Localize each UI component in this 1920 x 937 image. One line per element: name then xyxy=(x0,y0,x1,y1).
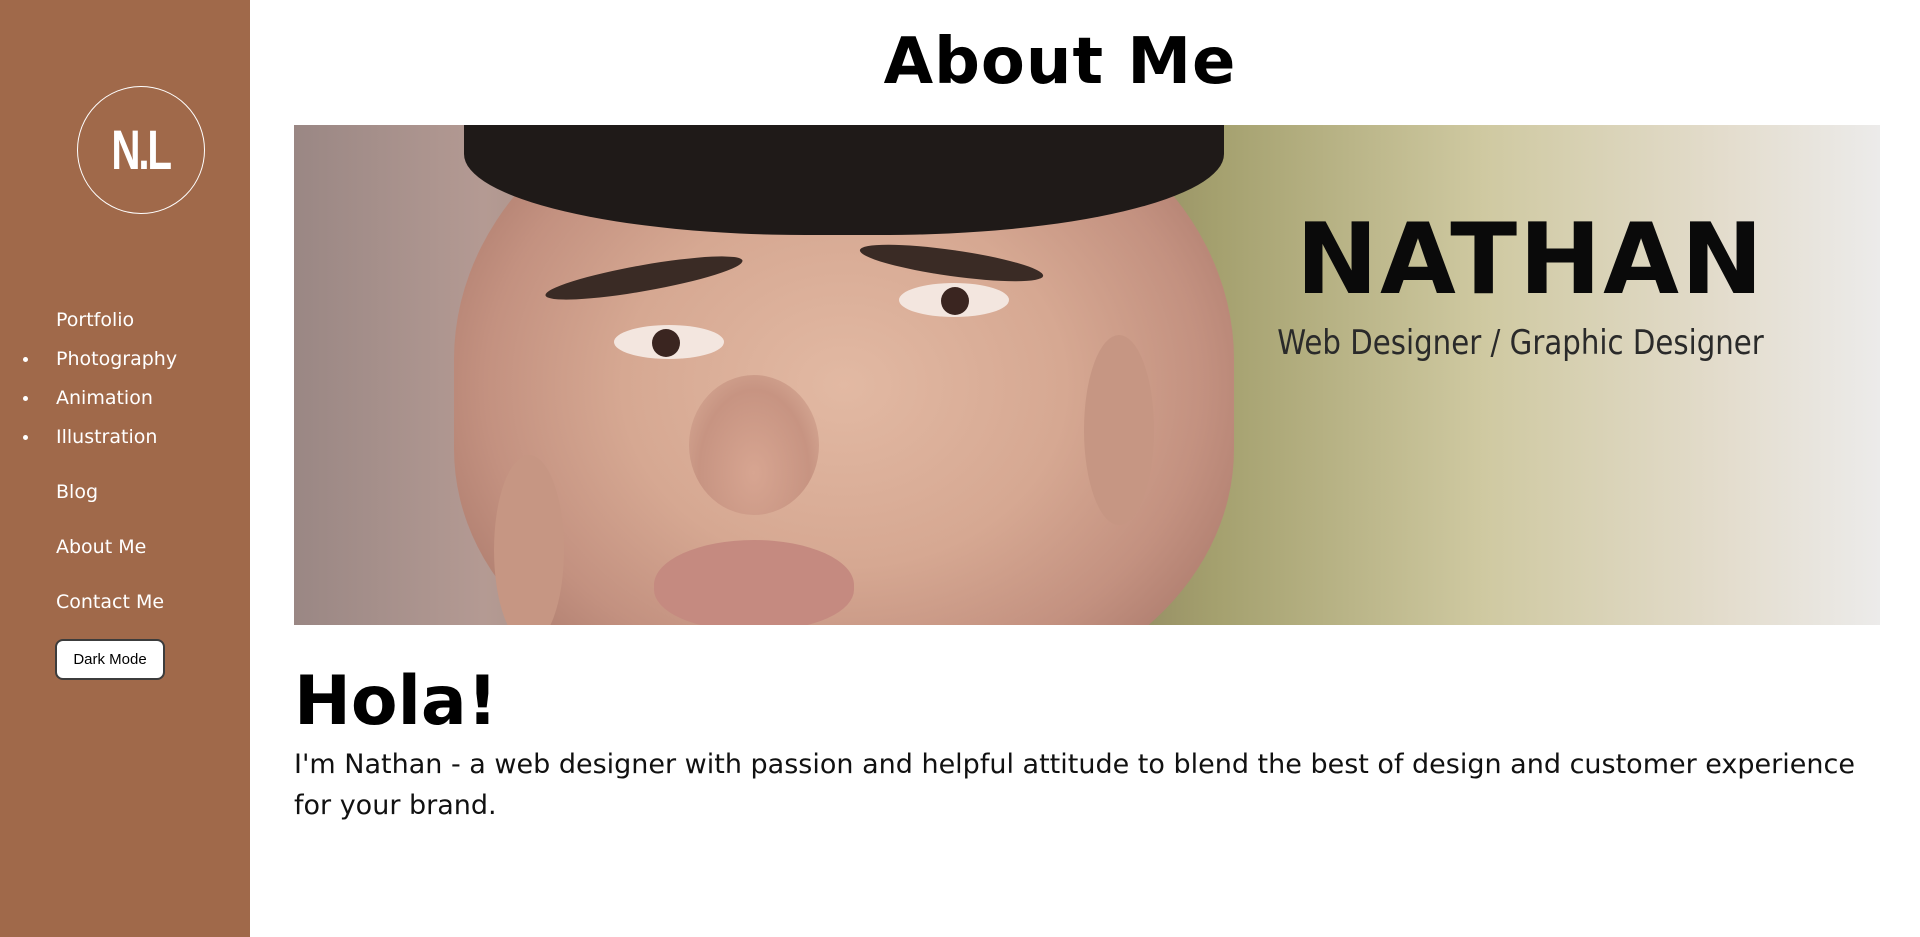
banner-name: NATHAN xyxy=(1296,203,1765,317)
intro-paragraph: I'm Nathan - a web designer with passion… xyxy=(294,749,1855,821)
logo-text: N.L xyxy=(111,118,173,181)
nav-photography-label: Photography xyxy=(56,348,178,370)
portrait-eye-right xyxy=(899,283,1009,317)
nav-portfolio[interactable]: Portfolio xyxy=(56,308,134,332)
nav-animation[interactable]: Animation xyxy=(23,386,153,410)
bullet-icon xyxy=(23,396,28,401)
nav-illustration[interactable]: Illustration xyxy=(23,425,158,449)
portrait-lips xyxy=(654,540,854,625)
nav-contact-me[interactable]: Contact Me xyxy=(56,590,164,614)
portrait-nose xyxy=(689,375,819,515)
greeting-heading: Hola! xyxy=(294,662,498,741)
bullet-icon xyxy=(23,357,28,362)
banner-role: Web Designer / Graphic Designer xyxy=(1277,323,1764,363)
nav-about-me[interactable]: About Me xyxy=(56,535,146,559)
nav-blog[interactable]: Blog xyxy=(56,480,98,504)
logo[interactable]: N.L xyxy=(77,86,205,214)
portrait-eye-left xyxy=(614,325,724,359)
dark-mode-button[interactable]: Dark Mode xyxy=(55,639,165,680)
bullet-icon xyxy=(23,435,28,440)
page-title: About Me xyxy=(883,25,1237,99)
hero-banner: NATHAN Web Designer / Graphic Designer xyxy=(294,125,1880,625)
portrait-ear-right xyxy=(1084,335,1154,525)
portrait-iris-right xyxy=(941,287,969,315)
nav-photography[interactable]: Photography xyxy=(23,347,178,371)
portrait-iris-left xyxy=(652,329,680,357)
sidebar: N.L Portfolio Photography Animation Illu… xyxy=(0,0,250,937)
nav-illustration-label: Illustration xyxy=(56,426,158,448)
nav-animation-label: Animation xyxy=(56,387,153,409)
